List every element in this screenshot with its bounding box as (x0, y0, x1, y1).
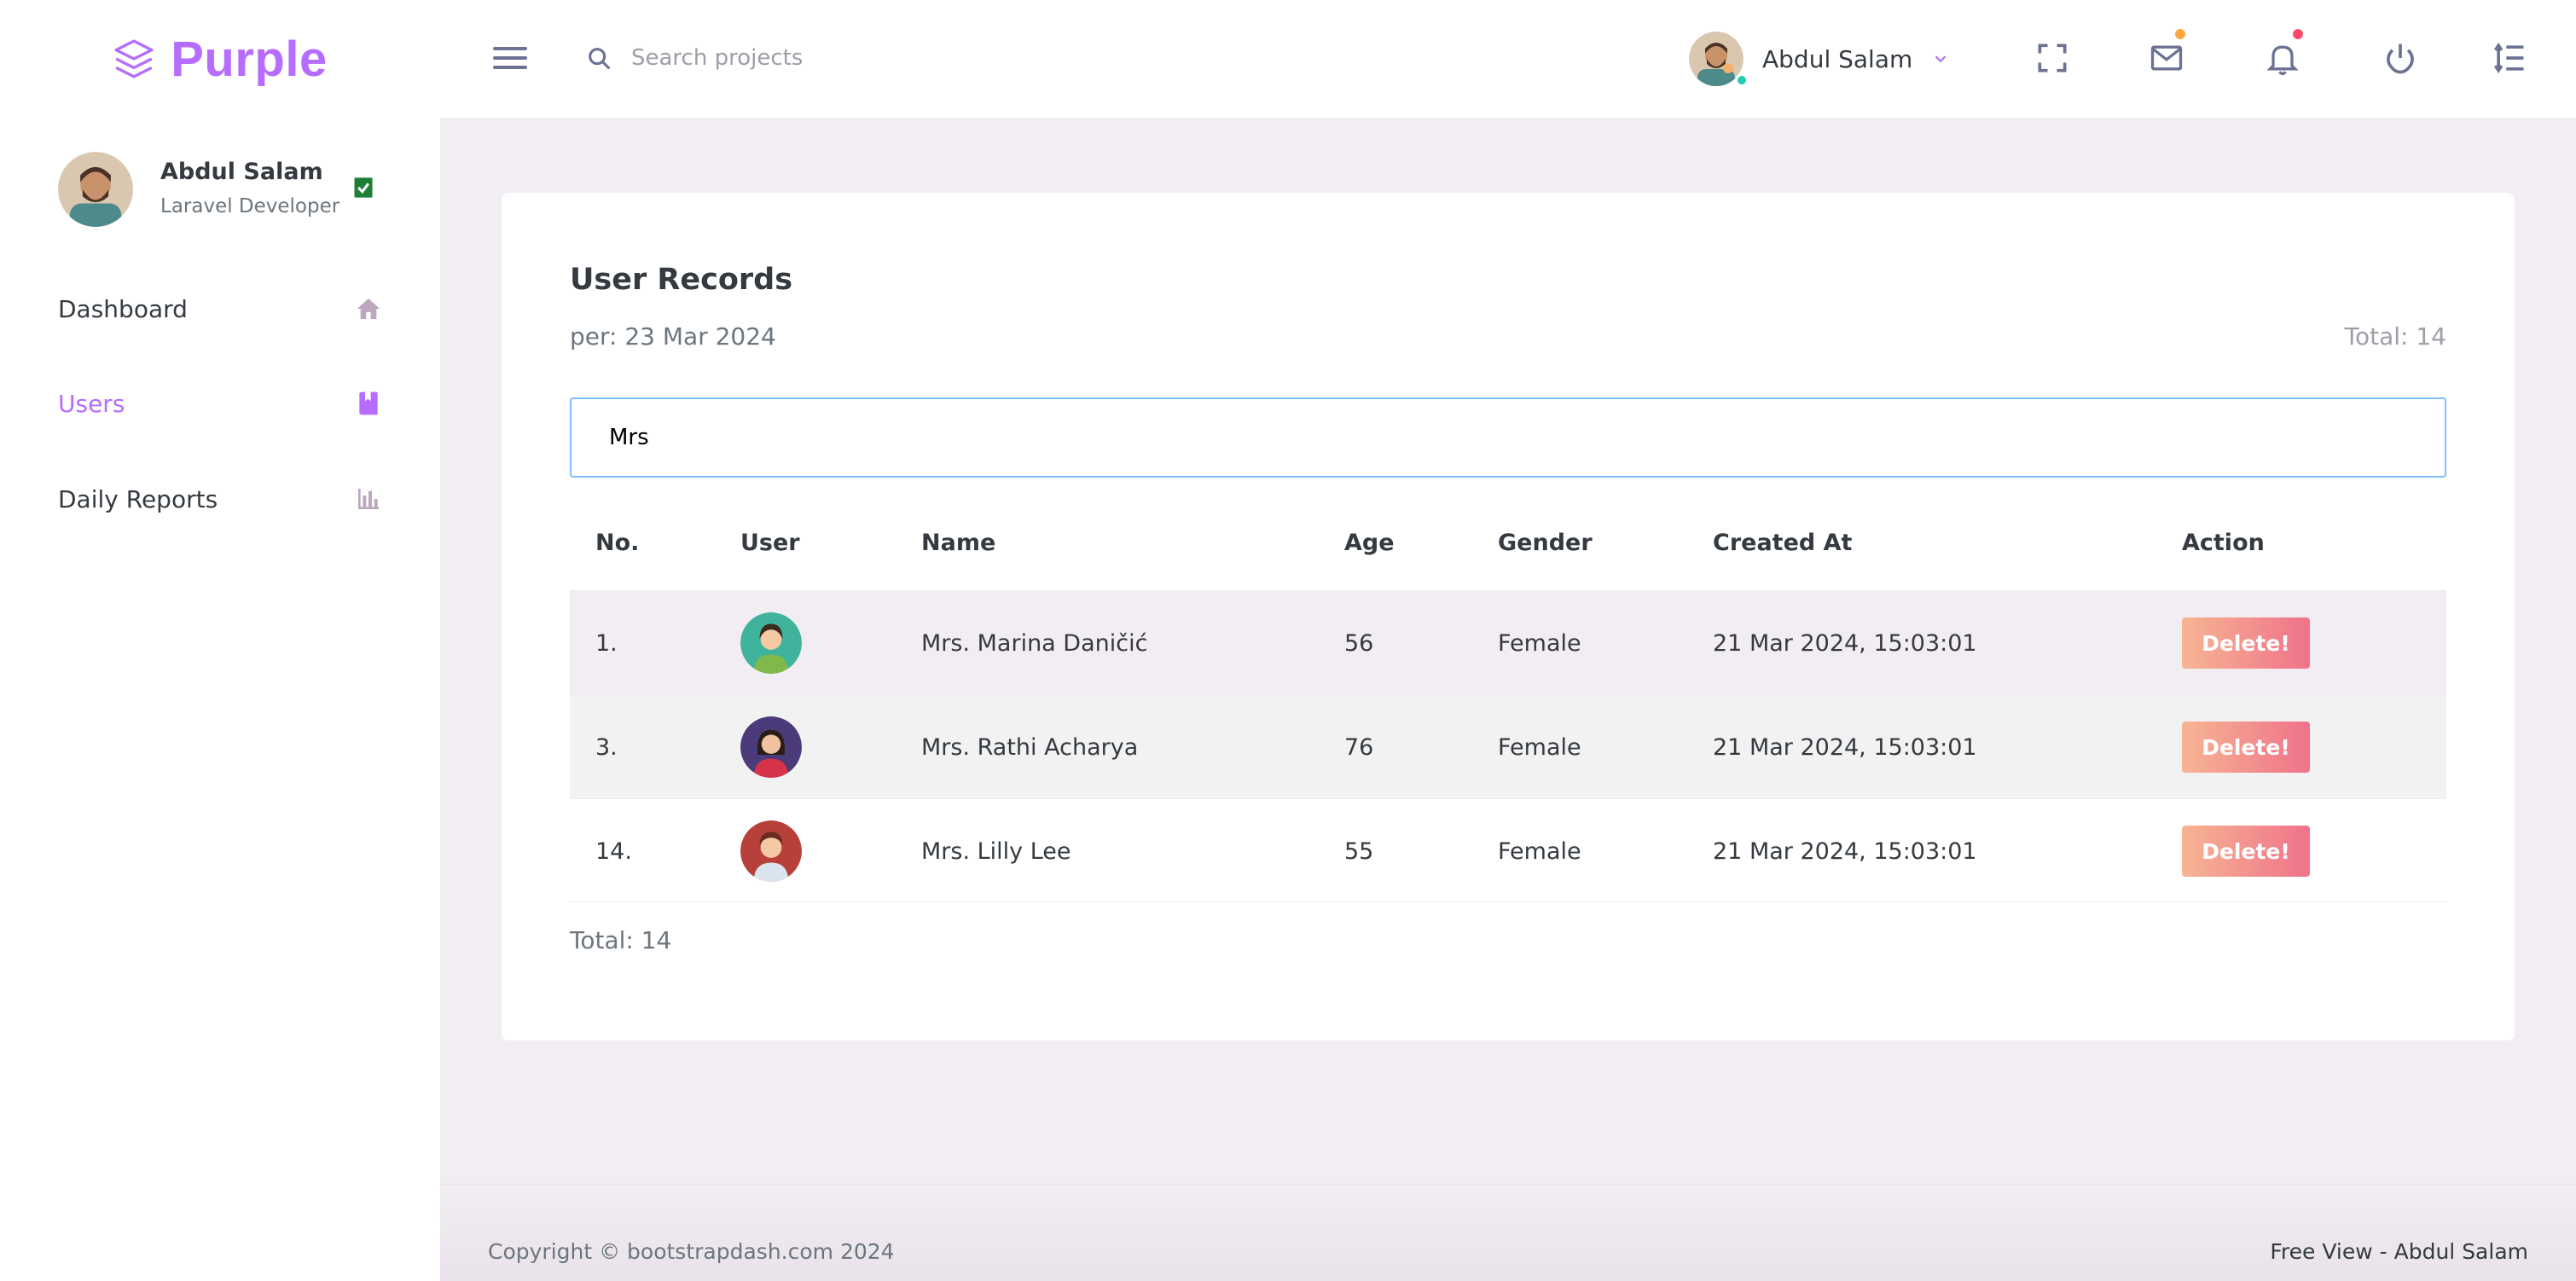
sidebar-profile[interactable]: Abdul Salam Laravel Developer (58, 152, 339, 227)
bookmark-check-icon (354, 177, 373, 198)
nav-profile-dropdown[interactable]: Abdul Salam (1689, 29, 1950, 89)
avatar (58, 152, 133, 227)
fullscreen-icon[interactable] (2034, 39, 2071, 77)
sidebar-toggle-icon[interactable] (2491, 39, 2528, 77)
power-icon[interactable] (2382, 39, 2419, 77)
brand-logo[interactable]: Purple (0, 0, 440, 118)
user-age: 56 (1344, 629, 1374, 657)
nav-user-name: Abdul Salam (1762, 44, 1913, 73)
user-avatar (740, 612, 802, 674)
online-status-dot (1735, 73, 1749, 87)
user-name: Mrs. Rathi Acharya (921, 733, 1139, 761)
column-header-gender: Gender (1498, 529, 1593, 556)
user-gender: Female (1498, 733, 1581, 761)
total-count-bottom: Total: 14 (570, 926, 672, 954)
sidebar-item-daily-reports[interactable]: Daily Reports (58, 473, 382, 525)
user-gender: Female (1498, 838, 1581, 865)
column-header-user: User (740, 529, 800, 556)
home-icon (357, 299, 380, 319)
user-name: Mrs. Marina Daničić (921, 629, 1148, 657)
user-age: 55 (1344, 838, 1374, 865)
column-header-age: Age (1344, 529, 1395, 556)
mail-icon[interactable] (2148, 39, 2185, 77)
sidebar-item-label: Dashboard (58, 294, 188, 323)
user-created-at: 21 Mar 2024, 15:03:01 (1713, 629, 1977, 657)
top-navbar: Purple Abdul Salam (0, 0, 2576, 118)
user-table: No. User Name Age Gender Created At Acti… (570, 495, 2446, 902)
book-icon (359, 391, 378, 415)
status-dot-secondary (1723, 63, 1733, 73)
total-count-top: Total: 14 (2344, 322, 2446, 351)
bell-notification-dot (2293, 29, 2303, 39)
user-created-at: 21 Mar 2024, 15:03:01 (1713, 838, 1977, 865)
table-row: 3. Mrs. Rathi Acharya 76 Female 21 Mar 2… (570, 694, 2446, 798)
page-title: User Records (570, 263, 793, 297)
filter-input[interactable] (570, 397, 2446, 478)
footer: Copyright © bootstrapdash.com 2024 Free … (440, 1184, 2576, 1281)
user-name: Mrs. Lilly Lee (921, 838, 1071, 865)
user-created-at: 21 Mar 2024, 15:03:01 (1713, 733, 1977, 761)
table-row: 14. Mrs. Lilly Lee 55 Female 21 Mar 2024… (570, 798, 2446, 902)
menu-icon[interactable] (491, 39, 529, 77)
bar-chart-icon (358, 489, 379, 509)
footer-copyright: Copyright © bootstrapdash.com 2024 (488, 1239, 895, 1264)
brand-name: Purple (171, 31, 328, 87)
delete-button[interactable]: Delete! (2182, 722, 2310, 773)
column-header-no: No. (595, 529, 640, 556)
row-number: 3. (595, 733, 618, 761)
delete-button[interactable]: Delete! (2182, 826, 2310, 877)
layers-icon (114, 39, 154, 78)
table-row: 1. Mrs. Marina Daničić 56 Female 21 Mar … (570, 590, 2446, 694)
user-gender: Female (1498, 629, 1581, 657)
sidebar-item-dashboard[interactable]: Dashboard (58, 283, 382, 334)
table-header: No. User Name Age Gender Created At Acti… (570, 495, 2446, 590)
column-header-created-at: Created At (1713, 529, 1853, 556)
user-age: 76 (1344, 733, 1374, 761)
row-number: 1. (595, 629, 618, 657)
search-input[interactable] (631, 34, 1143, 82)
sidebar: Abdul Salam Laravel Developer Dashboard … (0, 118, 440, 1281)
row-number: 14. (595, 838, 632, 865)
delete-button[interactable]: Delete! (2182, 617, 2310, 669)
search-icon (589, 48, 611, 70)
profile-role: Laravel Developer (160, 195, 340, 217)
sidebar-item-users[interactable]: Users (58, 378, 382, 429)
user-records-card: User Records per: 23 Mar 2024 Total: 14 … (502, 193, 2515, 1040)
profile-name: Abdul Salam (160, 159, 323, 185)
user-avatar (740, 716, 802, 778)
sidebar-item-label: Users (58, 389, 125, 418)
user-avatar (740, 820, 802, 882)
sidebar-item-label: Daily Reports (58, 484, 218, 513)
column-header-action: Action (2182, 529, 2265, 556)
bell-icon[interactable] (2264, 39, 2301, 77)
mail-notification-dot (2175, 29, 2185, 39)
chevron-down-icon (1935, 55, 1947, 63)
records-date: per: 23 Mar 2024 (570, 322, 776, 351)
footer-credit: Free View - Abdul Salam (2270, 1239, 2528, 1264)
column-header-name: Name (921, 529, 996, 556)
